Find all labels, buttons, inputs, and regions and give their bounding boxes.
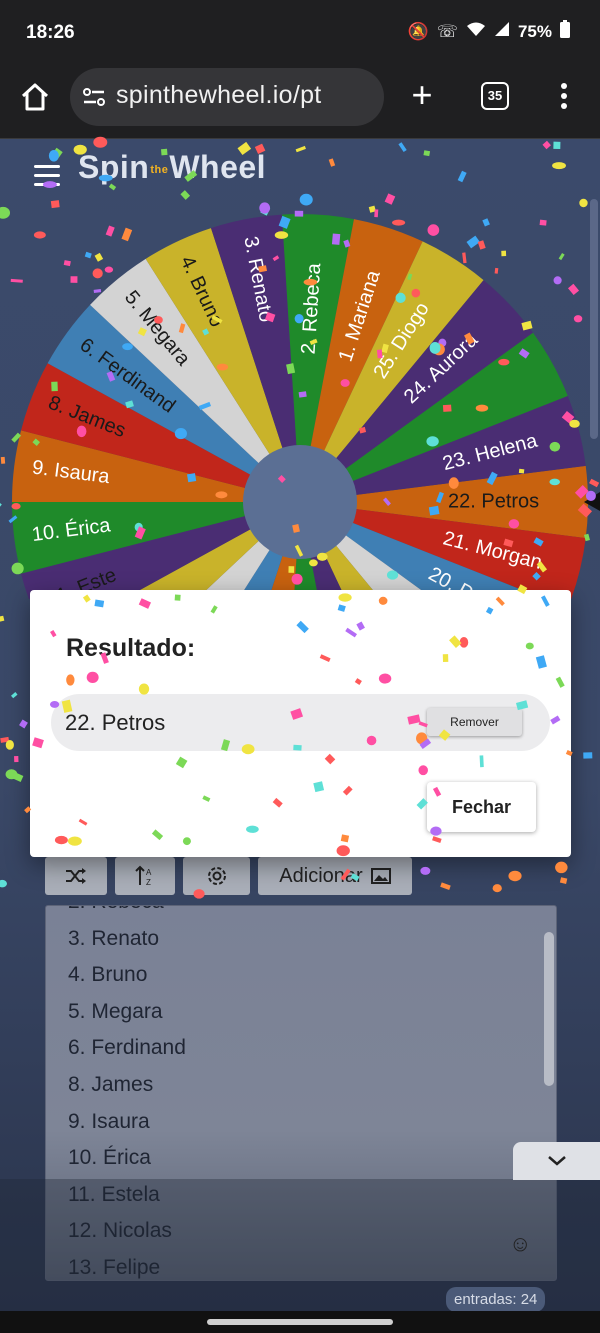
expand-panel-button[interactable]	[513, 1142, 600, 1180]
logo-the: the	[150, 163, 169, 176]
sort-az-icon: AZ	[135, 865, 152, 887]
image-icon	[370, 868, 391, 884]
entry-item: 8. James	[68, 1072, 154, 1096]
emoji-icon[interactable]: ☺	[509, 1231, 531, 1257]
svg-text:A: A	[146, 868, 152, 877]
hamburger-menu-icon[interactable]	[34, 165, 60, 186]
shuffle-icon	[66, 868, 86, 884]
status-time: 18:26	[26, 22, 75, 43]
system-nav-bar	[0, 1311, 600, 1333]
result-dialog: Resultado: 22. Petros Remover Fechar	[30, 590, 571, 857]
browser-toolbar: spinthewheel.io/pt + 35	[0, 66, 600, 139]
shuffle-button[interactable]	[45, 857, 107, 895]
status-icons: 🔕 ☏ 75%	[408, 20, 570, 43]
mute-icon: 🔕	[407, 21, 429, 41]
remove-button[interactable]: Remover	[427, 708, 522, 736]
settings-button[interactable]	[183, 857, 250, 895]
home-icon[interactable]	[18, 80, 52, 114]
battery-icon	[560, 20, 570, 43]
wheel-controls: AZ Adicionar	[45, 857, 412, 895]
entry-item: 2. Rebeca	[68, 906, 186, 921]
gesture-handle[interactable]	[207, 1319, 393, 1325]
close-button[interactable]: Fechar	[427, 782, 536, 832]
more-menu-icon[interactable]	[556, 80, 572, 112]
entry-item: 9. Isaura	[68, 1109, 150, 1133]
chevron-down-icon	[548, 1156, 566, 1166]
logo-wheel: Wheel	[169, 149, 267, 185]
entry-item: 6. Ferdinand	[68, 1036, 186, 1060]
gear-icon	[207, 867, 226, 885]
page-scrollbar[interactable]	[590, 199, 598, 439]
address-bar[interactable]: spinthewheel.io/pt	[70, 68, 384, 126]
wifi-calling-icon: ☏	[436, 21, 458, 41]
wheel-center[interactable]	[243, 445, 357, 559]
new-tab-icon[interactable]: +	[404, 77, 440, 114]
entries-scrollbar[interactable]	[544, 932, 554, 1086]
entry-item: 3. Renato	[68, 926, 160, 950]
add-image-button[interactable]: Adicionar	[258, 857, 412, 895]
result-name: 22. Petros	[65, 710, 166, 735]
site-info-icon[interactable]	[82, 86, 106, 108]
signal-icon	[494, 21, 510, 42]
entry-item: 4. Bruno	[68, 963, 148, 987]
entry-item: 5. Megara	[68, 999, 163, 1023]
logo-spin: Spin	[78, 149, 150, 185]
result-row: 22. Petros Remover	[51, 694, 550, 751]
add-label: Adicionar	[279, 864, 363, 887]
dialog-title: Resultado:	[66, 634, 196, 662]
status-bar: 18:26 🔕 ☏ 75%	[0, 0, 600, 66]
sort-button[interactable]: AZ	[115, 857, 175, 895]
battery-text: 75%	[517, 21, 552, 41]
svg-text:Z: Z	[146, 878, 151, 887]
entries-count: entradas: 24	[446, 1287, 546, 1311]
url-text: spinthewheel.io/pt	[116, 81, 322, 109]
wifi-icon	[466, 21, 486, 42]
wheel-label: 22. Petros	[448, 490, 539, 512]
spin-wheel[interactable]: 23. Helena22. Petros21. Morgan20. P19. M…	[0, 139, 600, 599]
entry-item: 10. Érica	[68, 1146, 151, 1170]
tab-switcher-button[interactable]: 35	[481, 82, 509, 110]
site-logo[interactable]: SpintheWheel	[78, 149, 266, 186]
